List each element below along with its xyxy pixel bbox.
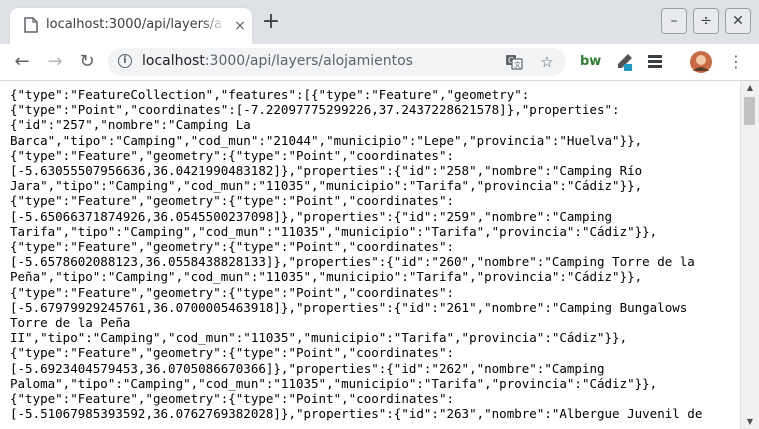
close-tab-icon[interactable]: ×: [232, 18, 248, 34]
page-icon: [24, 17, 38, 33]
json-line: Jara","tipo":"Camping","cod_mun":"11035"…: [10, 178, 643, 194]
json-line: Peña","tipo":"Camping","cod_mun":"11035"…: [10, 269, 643, 285]
scroll-up-arrow-icon[interactable]: ▲: [741, 81, 759, 95]
json-line: {"type":"Feature","geometry":{"type":"Po…: [10, 147, 455, 163]
list-icon[interactable]: [645, 52, 665, 72]
back-button[interactable]: ←: [10, 50, 34, 74]
json-line: Tarifa","tipo":"Camping","cod_mun":"1103…: [10, 223, 658, 239]
json-line: Paloma","tipo":"Camping","cod_mun":"1103…: [10, 375, 658, 391]
json-line: [-5.67979929245761,36.0700005463918]},"p…: [10, 299, 688, 315]
json-line: [-5.6923404579453,36.0705086670366]},"pr…: [10, 360, 605, 376]
svg-text:文: 文: [514, 60, 521, 69]
browser-toolbar: ← → ↻ i localhost:3000/api/layers/alojam…: [0, 44, 759, 81]
tab-title: localhost:3000/api/layers/alojamientos: [46, 17, 221, 32]
new-tab-button[interactable]: +: [261, 11, 281, 34]
url-path: :3000/api/layers/alojamientos: [204, 53, 413, 69]
scrollbar-thumb[interactable]: [744, 97, 755, 125]
info-icon[interactable]: i: [118, 54, 132, 68]
tab-strip: localhost:3000/api/layers/alojamientos ×…: [0, 0, 759, 44]
tab-title-fade: [202, 14, 226, 38]
json-line: II","tipo":"Camping","cod_mun":"11035","…: [10, 330, 628, 346]
url-text[interactable]: localhost:3000/api/layers/alojamientos: [142, 53, 413, 69]
json-line: {"type":"FeatureCollection","features":[…: [10, 87, 530, 102]
maximize-button[interactable]: ÷: [693, 8, 719, 34]
json-line: [-5.6578602088123,36.0558438828133]},"pr…: [10, 254, 695, 270]
scroll-down-arrow-icon[interactable]: ▼: [741, 415, 759, 429]
forward-button[interactable]: →: [43, 50, 67, 74]
translate-icon[interactable]: G 文: [505, 53, 523, 71]
json-line: {"type":"Feature","geometry":{"type":"Po…: [10, 284, 455, 300]
minimize-button[interactable]: –: [661, 8, 687, 34]
page-content: {"type":"FeatureCollection","features":[…: [0, 81, 740, 429]
json-line: {"type":"Feature","geometry":{"type":"Po…: [10, 391, 455, 407]
json-line: Barca","tipo":"Camping","cod_mun":"21044…: [10, 132, 643, 148]
close-window-button[interactable]: ✕: [725, 8, 751, 34]
json-line: [-5.63055507956636,36.0421990483182]},"p…: [10, 163, 643, 179]
json-line: {"id":"257","nombre":"Camping La: [10, 117, 251, 133]
url-host: localhost: [142, 53, 205, 69]
browser-tab[interactable]: localhost:3000/api/layers/alojamientos ×: [10, 8, 252, 44]
json-response-text: {"type":"FeatureCollection","features":[…: [0, 81, 740, 421]
vertical-scrollbar[interactable]: ▲ ▼: [740, 81, 759, 429]
json-line: {"type":"Feature","geometry":{"type":"Po…: [10, 239, 455, 255]
bw-extension-icon[interactable]: bw: [580, 52, 601, 72]
json-line: {"type":"Point","coordinates":[-7.220977…: [10, 102, 620, 118]
avatar[interactable]: [690, 51, 712, 73]
json-line: [-5.65066371874926,36.0545500237098]},"p…: [10, 208, 613, 224]
menu-icon[interactable]: ⋮: [726, 52, 746, 72]
address-bar[interactable]: i localhost:3000/api/layers/alojamientos…: [108, 48, 566, 76]
eyedropper-icon[interactable]: [614, 52, 634, 72]
json-line: {"type":"Feature","geometry":{"type":"Po…: [10, 345, 455, 361]
json-line: [-5.51067985393592,36.0762769382028]},"p…: [10, 406, 703, 422]
reload-button[interactable]: ↻: [75, 50, 99, 74]
bookmark-star-icon[interactable]: ☆: [538, 53, 556, 71]
json-line: {"type":"Feature","geometry":{"type":"Po…: [10, 193, 455, 209]
json-line: Torre de la Peña: [10, 315, 131, 331]
